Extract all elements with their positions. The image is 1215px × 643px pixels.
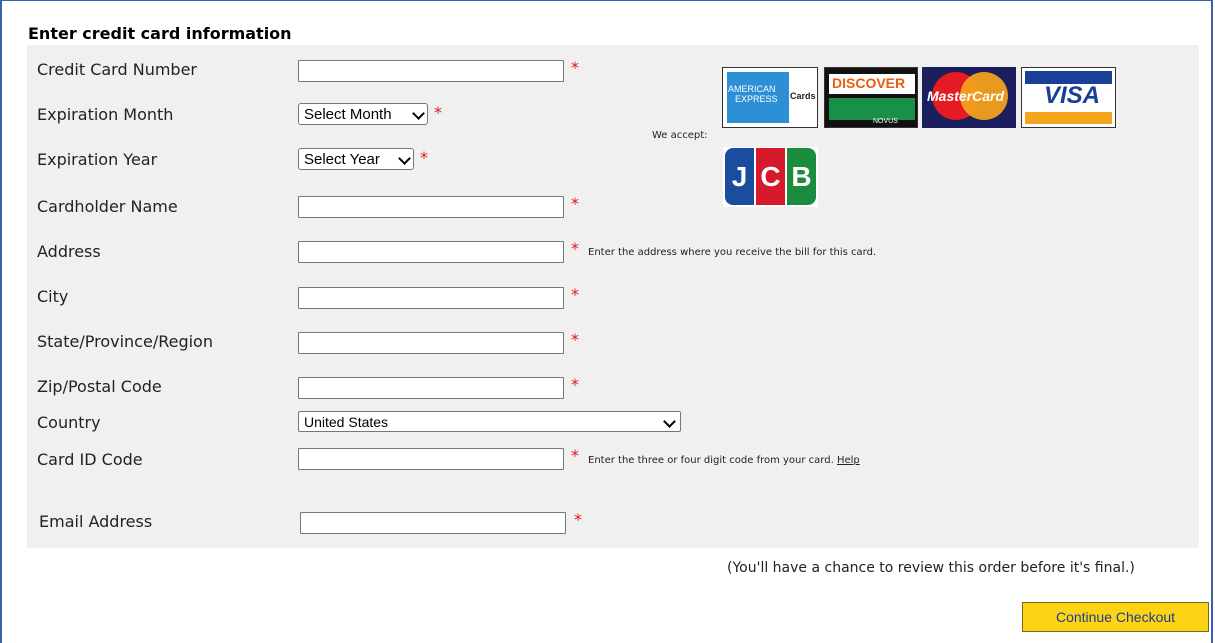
amex-logo: AMERICAN EXPRESS Cards [722, 67, 818, 128]
required-marker: * [571, 58, 579, 77]
required-marker: * [420, 148, 428, 167]
email-label: Email Address [39, 512, 153, 531]
address-label: Address [37, 242, 101, 261]
exp-year-select[interactable]: Select Year [298, 148, 414, 170]
exp-year-value: Select Year [304, 150, 380, 168]
exp-month-value: Select Month [304, 105, 392, 123]
country-value: United States [304, 413, 389, 430]
exp-month-select[interactable]: Select Month [298, 103, 428, 125]
state-label: State/Province/Region [37, 332, 213, 351]
required-marker: * [571, 239, 579, 258]
required-marker: * [571, 194, 579, 213]
chevron-down-icon [412, 107, 425, 120]
card-id-input[interactable] [298, 448, 564, 470]
zip-label: Zip/Postal Code [37, 377, 162, 396]
chevron-down-icon [663, 415, 676, 428]
required-marker: * [571, 375, 579, 394]
discover-logo: DISCOVER NOVUS [824, 67, 918, 128]
exp-year-label: Expiration Year [37, 150, 158, 169]
we-accept-label: We accept: [652, 130, 708, 141]
state-input[interactable] [298, 332, 564, 354]
required-marker: * [571, 330, 579, 349]
help-link[interactable]: Help [837, 455, 860, 466]
card-id-label: Card ID Code [37, 450, 143, 469]
form-title: Enter credit card information [28, 24, 292, 43]
address-input[interactable] [298, 241, 564, 263]
required-marker: * [571, 446, 579, 465]
required-marker: * [571, 285, 579, 304]
cardholder-input[interactable] [298, 196, 564, 218]
email-input[interactable] [300, 512, 566, 534]
cardholder-label: Cardholder Name [37, 197, 178, 216]
card-id-hint: Enter the three or four digit code from … [588, 455, 860, 466]
country-label: Country [37, 413, 101, 432]
card-number-label: Credit Card Number [37, 60, 197, 79]
city-label: City [37, 287, 69, 306]
card-number-input[interactable] [298, 60, 564, 82]
address-hint: Enter the address where you receive the … [588, 247, 877, 258]
city-input[interactable] [298, 287, 564, 309]
jcb-logo: J C B [723, 147, 818, 207]
continue-checkout-button[interactable]: Continue Checkout [1022, 602, 1209, 632]
mastercard-logo: MasterCard [922, 67, 1016, 128]
exp-month-label: Expiration Month [37, 105, 174, 124]
review-note: (You'll have a chance to review this ord… [727, 560, 1135, 576]
visa-logo: VISA [1021, 67, 1116, 128]
country-select[interactable]: United States [298, 411, 681, 432]
zip-input[interactable] [298, 377, 564, 399]
required-marker: * [574, 510, 582, 529]
required-marker: * [434, 103, 442, 122]
chevron-down-icon [398, 152, 411, 165]
